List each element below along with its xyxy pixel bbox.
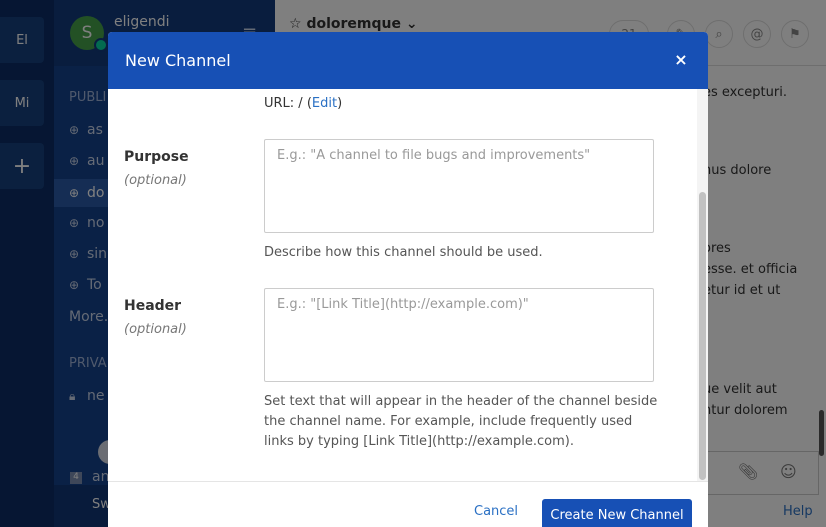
channel-url: URL: / (Edit) xyxy=(264,96,343,111)
purpose-input[interactable] xyxy=(264,139,654,233)
modal-footer: Cancel Create New Channel xyxy=(108,481,708,527)
purpose-help: Describe how this channel should be used… xyxy=(264,245,543,260)
header-help: Set text that will appear in the header … xyxy=(264,394,658,449)
create-channel-button[interactable]: Create New Channel xyxy=(542,499,692,527)
close-icon[interactable]: × xyxy=(670,48,692,72)
purpose-label: Purpose xyxy=(124,149,189,165)
header-input[interactable] xyxy=(264,288,654,382)
modal-scrollbar-thumb[interactable] xyxy=(699,192,706,480)
new-channel-modal: New Channel × URL: / (Edit) Purpose (opt… xyxy=(108,32,708,527)
modal-title: New Channel xyxy=(125,51,231,70)
purpose-optional: (optional) xyxy=(124,173,187,188)
modal-header: New Channel × xyxy=(108,32,708,89)
modal-body: URL: / (Edit) Purpose (optional) Describ… xyxy=(108,89,708,481)
header-optional: (optional) xyxy=(124,322,187,337)
cancel-button[interactable]: Cancel xyxy=(474,504,518,519)
edit-url-link[interactable]: Edit xyxy=(312,96,337,111)
header-label: Header xyxy=(124,298,182,314)
